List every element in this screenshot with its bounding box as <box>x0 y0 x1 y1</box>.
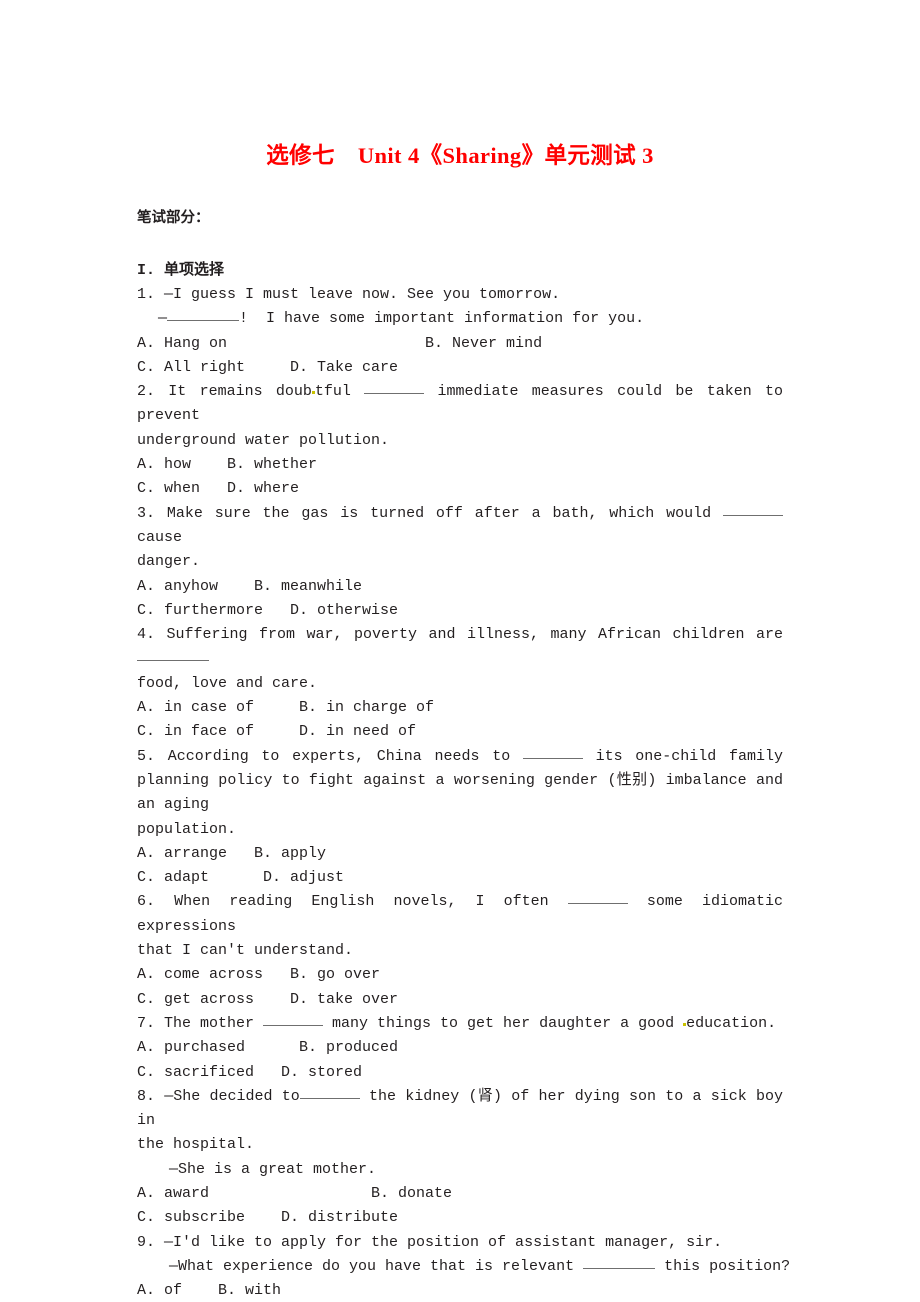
option-row[interactable]: A. come across B. go over <box>137 963 783 987</box>
option-row[interactable]: C. get across D. take over <box>137 988 783 1012</box>
option-row[interactable]: A. in case of B. in charge of <box>137 696 783 720</box>
question-block: 6. When reading English novels, I often … <box>137 890 783 1011</box>
answer-blank[interactable] <box>137 647 209 662</box>
dash-marker: — <box>158 310 168 328</box>
question-block: 1. —I guess I must leave now. See you to… <box>137 283 783 380</box>
question-stem-head: 5. According to experts, China needs to <box>137 747 523 765</box>
option-row[interactable]: A. how B. whether <box>137 453 783 477</box>
option-row[interactable]: A. Hang on B. Never mind <box>137 332 783 356</box>
question-reply: —What experience do you have that is rel… <box>137 1255 790 1279</box>
document-page: 选修七 Unit 4《Sharing》单元测试 3 笔试部分： I. 单项选择 … <box>0 0 920 1302</box>
answer-blank[interactable] <box>522 745 583 759</box>
question-stem-head: 7. The mother <box>137 1014 264 1032</box>
question-stem: 5. According to experts, China needs to … <box>137 745 783 818</box>
section-heading-multiple-choice: I. 单项选择 <box>137 262 225 279</box>
option-row[interactable]: C. when D. where <box>137 477 783 501</box>
option-row[interactable]: C. subscribe D. distribute <box>137 1206 783 1230</box>
question-stem-tail: ! I have some important information for … <box>239 310 645 328</box>
question-stem-mid: tful <box>314 383 365 401</box>
answer-blank[interactable] <box>583 1255 656 1269</box>
question-block: 9. —I'd like to apply for the position o… <box>137 1231 790 1302</box>
question-stem-head: 3. Make sure the gas is turned off after… <box>137 504 723 522</box>
question-stem-end: education. <box>686 1014 777 1032</box>
question-stem-continued: — ! I have some important information for… <box>137 307 783 331</box>
question-stem-tail: cause <box>137 528 183 546</box>
answer-blank[interactable] <box>567 890 628 905</box>
question-stem: 8. —She decided to the kidney (肾) of her… <box>137 1085 783 1134</box>
question-stem: 2. It remains doub tful immediate measure… <box>137 380 783 429</box>
question-stem-continued: underground water pollution. <box>137 431 390 449</box>
option-row[interactable]: C. All right D. Take care <box>137 356 783 380</box>
question-stem: 1. —I guess I must leave now. See you to… <box>137 286 561 303</box>
question-block: 2. It remains doub tful immediate measure… <box>137 380 783 501</box>
question-block: 7. The mother many things to get her dau… <box>137 1012 783 1085</box>
question-reply-head: —What experience do you have that is rel… <box>169 1257 584 1275</box>
answer-blank[interactable] <box>167 307 240 322</box>
answer-blank[interactable] <box>263 1012 324 1026</box>
question-block: 3. Make sure the gas is turned off after… <box>137 502 783 623</box>
option-row[interactable]: A. of B. with <box>137 1279 783 1302</box>
question-stem-continued: danger. <box>137 553 201 571</box>
question-stem-continued: food, love and care. <box>137 674 318 692</box>
written-part-heading: 笔试部分： <box>137 210 210 226</box>
option-row[interactable]: A. award B. donate <box>137 1182 783 1206</box>
option-row[interactable]: A. purchased B. produced <box>137 1036 783 1060</box>
option-row[interactable]: C. in face of D. in need of <box>137 720 783 744</box>
question-stem: 7. The mother many things to get her dau… <box>137 1012 783 1036</box>
question-stem-continued: population. <box>137 820 237 838</box>
question-stem: 6. When reading English novels, I often … <box>137 890 783 939</box>
option-row[interactable]: A. arrange B. apply <box>137 842 783 866</box>
question-stem: 3. Make sure the gas is turned off after… <box>137 502 783 551</box>
question-stem: 9. —I'd like to apply for the position o… <box>137 1233 723 1251</box>
question-stem: 4. Suffering from war, poverty and illne… <box>137 623 783 672</box>
answer-blank[interactable] <box>299 1085 360 1099</box>
question-stem-head: 8. —She decided to <box>137 1087 300 1105</box>
answer-blank[interactable] <box>364 380 425 395</box>
question-stem-head: 2. It remains doub <box>137 383 312 401</box>
question-stem-continued: the hospital. <box>137 1136 255 1154</box>
question-stem-tail: many things to get her daughter a good <box>323 1014 684 1032</box>
question-block: 8. —She decided to the kidney (肾) of her… <box>137 1085 783 1231</box>
question-reply-tail: this position? <box>655 1257 791 1275</box>
question-block: 5. According to experts, China needs to … <box>137 745 783 891</box>
option-row[interactable]: A. anyhow B. meanwhile <box>137 575 783 599</box>
question-stem-head: 4. Suffering from war, poverty and illne… <box>137 626 783 644</box>
option-row[interactable]: C. adapt D. adjust <box>137 866 783 890</box>
question-stem-head: 6. When reading English novels, I often <box>137 893 568 911</box>
question-block: 4. Suffering from war, poverty and illne… <box>137 623 783 744</box>
document-body: 笔试部分： I. 单项选择 1. —I guess I must leave n… <box>137 0 790 1302</box>
answer-blank[interactable] <box>723 502 783 516</box>
question-stem-continued: that I can't understand. <box>137 942 354 960</box>
option-row[interactable]: C. furthermore D. otherwise <box>137 599 783 623</box>
option-row[interactable]: C. sacrificed D. stored <box>137 1061 783 1085</box>
question-reply: —She is a great mother. <box>169 1160 377 1178</box>
